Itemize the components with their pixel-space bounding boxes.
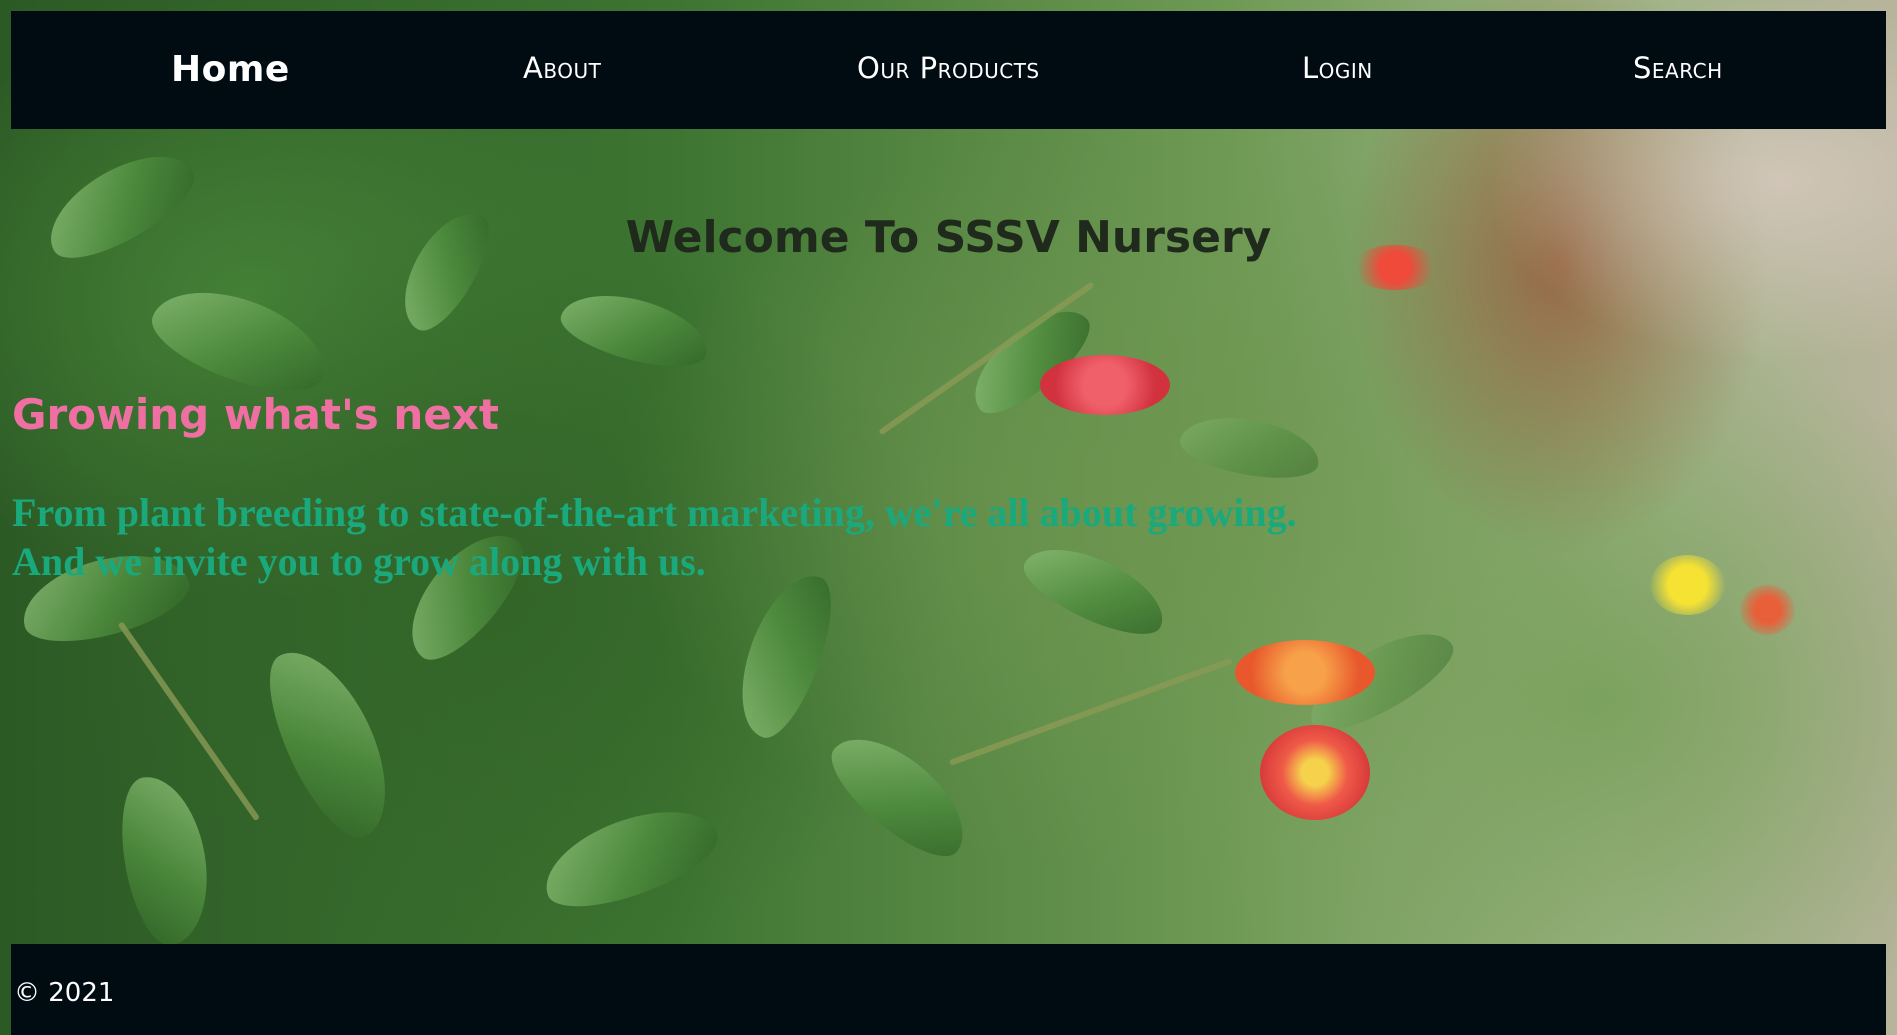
copyright-text: © 2021 [14,978,115,1008]
nav-our-products-link[interactable]: Our Products [857,51,1040,85]
nav-home-link[interactable]: Home [171,49,290,90]
nav-login-link[interactable]: Login [1302,51,1373,85]
flower-red-lower [1260,725,1370,820]
nav-about-link[interactable]: About [523,51,601,85]
nav-search-link[interactable]: Search [1633,51,1723,85]
top-nav-bar: Home About Our Products Login Search [11,11,1886,129]
footer-bar: © 2021 [11,944,1886,1035]
flower-orange-blurred [1740,585,1795,635]
intro-line-1: From plant breeding to state-of-the-art … [12,490,1297,535]
flower-orange [1235,640,1375,705]
intro-line-2: And we invite you to grow along with us. [12,539,706,584]
tagline-heading: Growing what's next [12,390,499,439]
intro-paragraph: From plant breeding to state-of-the-art … [12,488,1297,586]
flower-red [1040,355,1170,415]
flower-yellow [1650,555,1725,615]
page: Home About Our Products Login Search Wel… [0,0,1897,1035]
welcome-heading: Welcome To SSSV Nursery [625,212,1272,263]
